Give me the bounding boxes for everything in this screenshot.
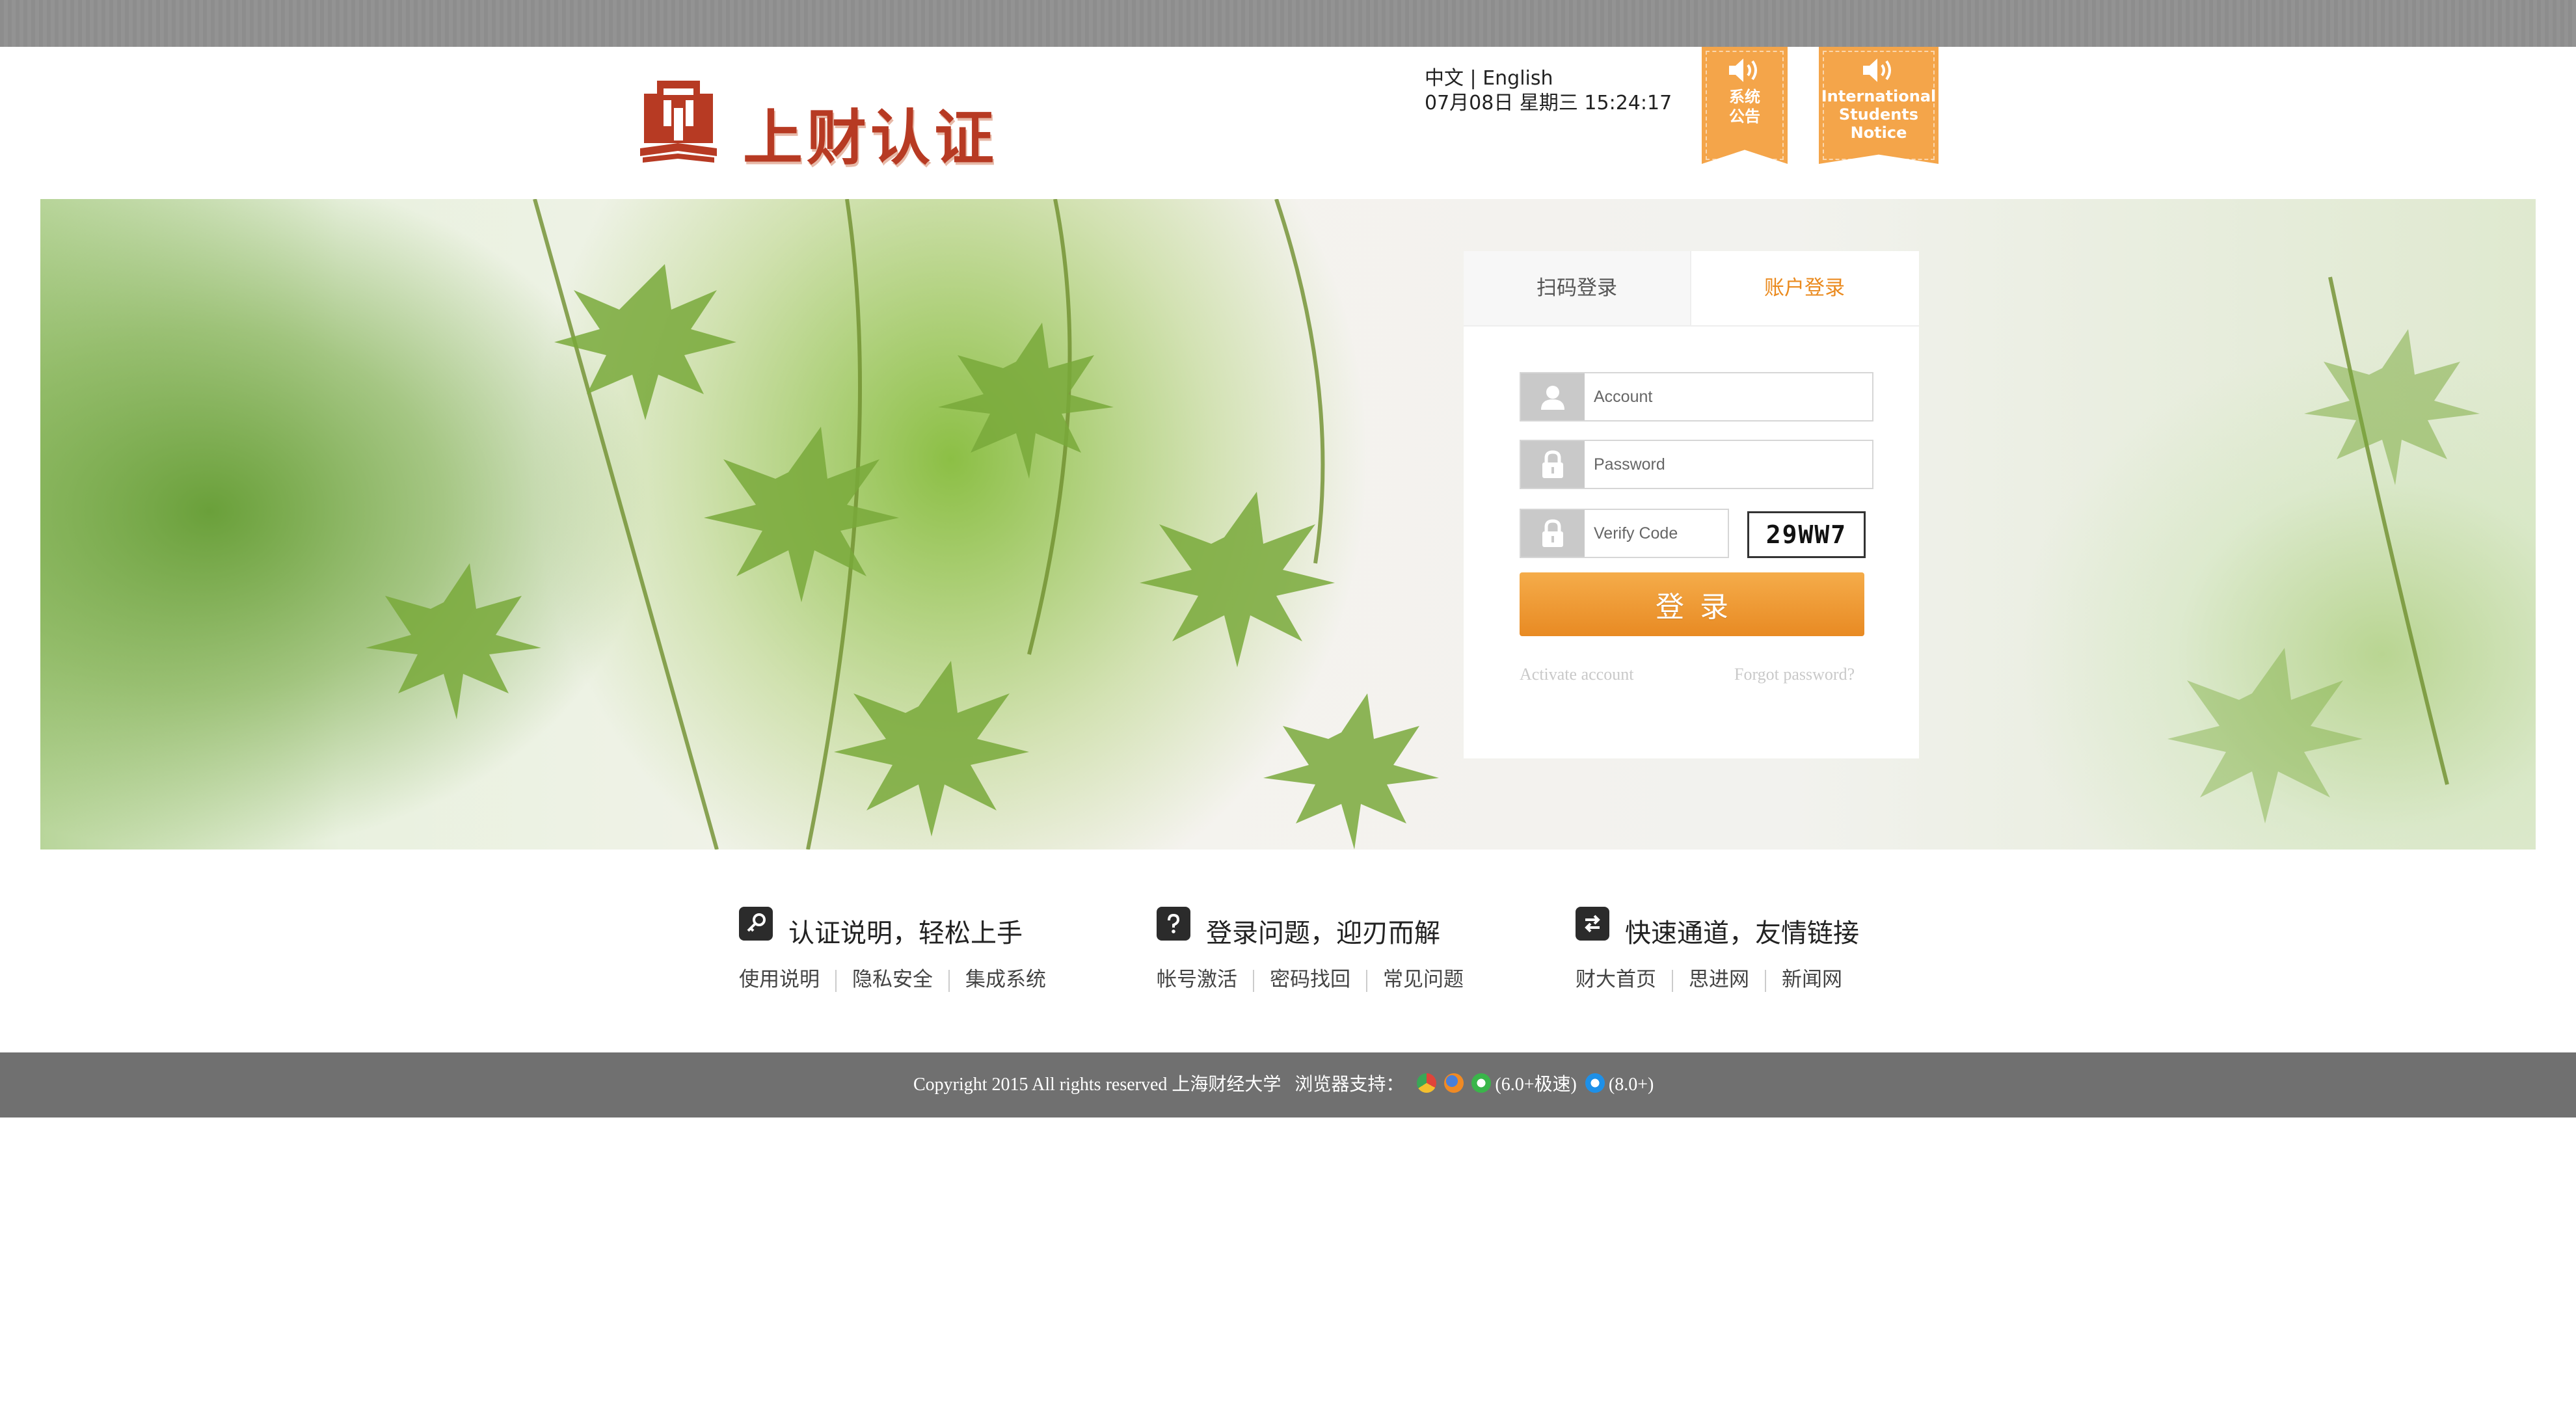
section-header: 认证说明，轻松上手 [739,904,1090,948]
link-news[interactable]: 新闻网 [1782,968,1842,991]
lang-separator: | [1464,67,1483,90]
captcha-image[interactable]: 29WW7 [1747,511,1866,558]
logo[interactable]: 上财认证 [637,81,1015,173]
chrome-icon [1417,1073,1437,1093]
logo-text: 上财认证 [743,103,999,173]
info-section-quick-links: 快速通道，友情链接 财大首页 思进网 新闻网 [1576,904,1927,992]
link-usage-guide[interactable]: 使用说明 [739,968,820,991]
browser-support-label: 浏览器支持： [1295,1075,1404,1095]
link-integrated-systems[interactable]: 集成系统 [965,968,1046,991]
section-links: 使用说明 隐私安全 集成系统 [739,963,1046,992]
key-icon [739,907,773,941]
account-input[interactable] [1594,373,1867,420]
top-bar [0,0,2576,47]
current-datetime: 07月08日 星期三 15:24:17 [1425,92,1672,114]
info-section-login-help: 登录问题，迎刃而解 帐号激活 密码找回 常见问题 [1157,904,1508,992]
firefox-icon [1444,1073,1464,1093]
divider [835,969,837,992]
link-recover-password[interactable]: 密码找回 [1270,968,1350,991]
browser-360-icon [1471,1073,1492,1093]
verify-code-field [1520,509,1729,558]
copyright-text: Copyright 2015 All rights reserved 上海财经大… [913,1075,1281,1095]
section-title: 登录问题，迎刃而解 [1206,918,1440,948]
language-datetime: 中文 | English 07月08日 星期三 15:24:17 [1425,66,1672,116]
login-tabs: 扫码登录 账户登录 [1464,251,1919,327]
tab-account-login[interactable]: 账户登录 [1691,251,1918,325]
divider [1366,969,1367,992]
system-notice-button[interactable]: 系统 公告 [1702,47,1788,164]
info-section-auth-guide: 认证说明，轻松上手 使用说明 隐私安全 集成系统 [739,904,1090,992]
divider [948,969,950,992]
tab-qr-login[interactable]: 扫码登录 [1464,251,1691,325]
password-input[interactable] [1594,441,1867,488]
banner-image [40,199,2536,850]
international-notice-button[interactable]: International Students Notice [1819,47,1939,164]
section-links: 帐号激活 密码找回 常见问题 [1157,963,1464,992]
browser-note-ie: (8.0+) [1608,1075,1654,1095]
lock-icon [1521,441,1585,488]
ie-icon [1585,1073,1605,1093]
link-activate-account[interactable]: 帐号激活 [1157,968,1237,991]
link-faq[interactable]: 常见问题 [1383,968,1464,991]
leaves-illustration [366,199,2480,850]
link-university-home[interactable]: 财大首页 [1576,968,1656,991]
link-sijin[interactable]: 思进网 [1689,968,1749,991]
question-icon [1157,907,1190,941]
notice-border [1823,51,1935,160]
university-emblem-icon [640,81,717,163]
account-field [1520,372,1873,421]
lock-icon [1521,510,1585,557]
section-title: 快速通道，友情链接 [1625,918,1859,948]
language-switch: 中文 | English [1425,66,1672,91]
section-header: 登录问题，迎刃而解 [1157,904,1508,948]
forgot-password-link[interactable]: Forgot password? [1734,665,1855,684]
verify-code-input[interactable] [1594,510,1724,557]
user-icon [1521,373,1585,420]
notice-border [1706,51,1784,160]
section-header: 快速通道，友情链接 [1576,904,1927,948]
link-privacy[interactable]: 隐私安全 [852,968,933,991]
activate-account-link[interactable]: Activate account [1520,665,1633,684]
footer-text: Copyright 2015 All rights reserved 上海财经大… [913,1069,1654,1101]
divider [1672,969,1673,992]
divider [1253,969,1254,992]
lang-en-link[interactable]: English [1483,67,1553,90]
section-title: 认证说明，轻松上手 [788,918,1023,948]
section-links: 财大首页 思进网 新闻网 [1576,963,1842,992]
footer: Copyright 2015 All rights reserved 上海财经大… [0,1052,2576,1117]
divider [1765,969,1766,992]
login-panel: 扫码登录 账户登录 29WW7 登录 Activate account Forg… [1464,251,1919,758]
browser-note-chrome: (6.0+极速) [1495,1075,1577,1095]
password-field [1520,440,1873,489]
lang-zh-link[interactable]: 中文 [1425,67,1464,90]
swap-icon [1576,907,1609,941]
login-button[interactable]: 登录 [1520,572,1864,636]
